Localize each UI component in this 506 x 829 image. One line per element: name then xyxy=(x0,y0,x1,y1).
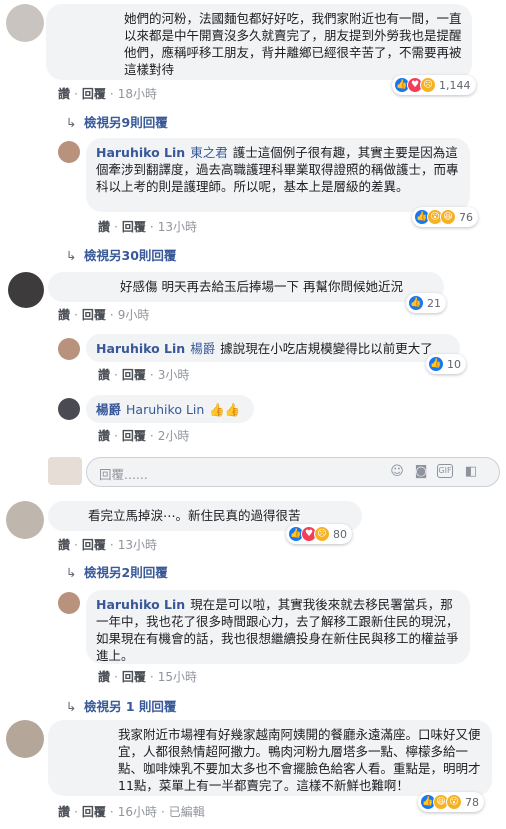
sad-reaction-icon: ☹ xyxy=(314,526,330,542)
comment-bubble: 好感傷 明天再去給玉后捧場一下 再幫你問候她近況 xyxy=(48,272,444,302)
sticker-icon[interactable]: ◧ xyxy=(463,464,479,480)
timestamp[interactable]: 18小時 xyxy=(118,87,157,101)
reply-placeholder: 回覆...... xyxy=(99,467,148,482)
haha-reaction-icon: 😆 xyxy=(440,209,456,225)
view-more-replies-link[interactable]: ↳ 檢視另2則回覆 xyxy=(66,562,168,581)
reply-link[interactable]: 回覆 xyxy=(122,429,146,443)
view-more-replies-link[interactable]: ↳ 檢視另30則回覆 xyxy=(66,245,176,264)
reaction-count: 78 xyxy=(465,795,479,809)
like-reaction-icon: 👍 xyxy=(428,356,444,372)
like-link[interactable]: 讚 xyxy=(58,308,70,322)
current-user-avatar xyxy=(48,457,82,485)
comment-text: 看完立馬掉淚⋯。新住民真的過得很苦 xyxy=(88,508,301,523)
wow-reaction-icon: 😮 xyxy=(446,794,462,810)
reaction-count: 76 xyxy=(459,210,473,224)
like-link[interactable]: 讚 xyxy=(58,805,70,819)
like-link[interactable]: 讚 xyxy=(98,220,110,234)
avatar[interactable] xyxy=(8,272,44,308)
timestamp[interactable]: 13小時 xyxy=(118,538,157,552)
comment-text: 她們的河粉，法國麵包都好好吃，我們家附近也有一間，一直以來都是中午開賣沒多久就賣… xyxy=(124,11,462,77)
reply-arrow-icon: ↳ xyxy=(66,115,77,130)
avatar[interactable] xyxy=(6,720,44,758)
reply-input[interactable]: 回覆...... ☺ ◙ GIF ◧ xyxy=(86,457,500,487)
reply-arrow-icon: ↳ xyxy=(66,699,77,714)
reply-bubble: Haruhiko Lin 現在是可以啦，其實我後來就去移民署當兵，那一年中，我也花… xyxy=(86,590,470,664)
reply-arrow-icon: ↳ xyxy=(66,565,77,580)
comment-actions: 讚 · 回覆 · 16小時 · 已編輯 xyxy=(58,805,205,819)
reaction-count: 80 xyxy=(333,527,347,541)
reply-actions: 讚 · 回覆 · 13小時 xyxy=(98,220,197,234)
timestamp[interactable]: 3小時 xyxy=(158,368,190,382)
reaction-summary[interactable]: 👍 😆 😮 78 xyxy=(418,792,484,812)
reply-arrow-icon: ↳ xyxy=(66,248,77,263)
like-link[interactable]: 讚 xyxy=(98,670,110,684)
comment-actions: 讚 · 回覆 · 18小時 xyxy=(58,87,157,101)
reaction-count: 1,144 xyxy=(439,78,471,92)
reply-actions: 讚 · 回覆 · 2小時 xyxy=(98,429,190,443)
reaction-summary[interactable]: 👍 😮 😆 76 xyxy=(412,207,478,227)
comment-actions: 讚 · 回覆 · 9小時 xyxy=(58,308,150,322)
reply-link[interactable]: 回覆 xyxy=(82,538,106,552)
author-name[interactable]: Haruhiko Lin xyxy=(96,145,185,160)
comment-actions: 讚 · 回覆 · 13小時 xyxy=(58,538,157,552)
reaction-summary[interactable]: 👍 ♥ ☹ 1,144 xyxy=(392,75,476,95)
gif-icon[interactable]: GIF xyxy=(437,464,453,478)
reply-actions: 讚 · 回覆 · 15小時 xyxy=(98,670,197,684)
avatar[interactable] xyxy=(58,338,80,360)
timestamp[interactable]: 2小時 xyxy=(158,429,190,443)
like-link[interactable]: 讚 xyxy=(98,368,110,382)
comment-text: 好感傷 明天再去給玉后捧場一下 再幫你問候她近況 xyxy=(120,279,403,294)
timestamp[interactable]: 15小時 xyxy=(158,670,197,684)
view-more-replies-link[interactable]: ↳ 檢視另9則回覆 xyxy=(66,112,168,131)
sad-reaction-icon: ☹ xyxy=(420,77,436,93)
edited-label[interactable]: 已編輯 xyxy=(169,805,205,819)
avatar[interactable] xyxy=(58,398,80,420)
avatar[interactable] xyxy=(58,141,80,163)
timestamp[interactable]: 9小時 xyxy=(118,308,150,322)
like-link[interactable]: 讚 xyxy=(58,538,70,552)
comment-bubble: 我家附近市場裡有好幾家越南阿姨開的餐廳永遠滿座。口味好又便宜，人都很熱情超阿撒力… xyxy=(48,720,492,796)
reaction-count: 10 xyxy=(447,357,461,371)
comment-text: 我家附近市場裡有好幾家越南阿姨開的餐廳永遠滿座。口味好又便宜，人都很熱情超阿撒力… xyxy=(118,727,481,793)
mention-tag[interactable]: 楊爵 xyxy=(190,341,215,356)
emoji-icon[interactable]: ☺ xyxy=(389,464,405,480)
like-reaction-icon: 👍 xyxy=(408,295,424,311)
reply-bubble: 楊爵 Haruhiko Lin 👍👍 xyxy=(86,395,254,423)
reaction-summary[interactable]: 👍 10 xyxy=(426,354,466,374)
reply-actions: 讚 · 回覆 · 3小時 xyxy=(98,368,190,382)
reply-link[interactable]: 回覆 xyxy=(82,87,106,101)
author-name[interactable]: 楊爵 xyxy=(96,402,121,417)
reply-link[interactable]: 回覆 xyxy=(82,308,106,322)
reply-link[interactable]: 回覆 xyxy=(122,220,146,234)
author-name[interactable]: Haruhiko Lin xyxy=(96,597,185,612)
reply-bubble: Haruhiko Lin 楊爵 據說現在小吃店規模變得比以前更大了 xyxy=(86,334,460,362)
reply-bubble: Haruhiko Lin 東之君 護士這個例子很有趣，其實主要是因為這個牽涉到翻譯度… xyxy=(86,138,470,212)
reply-text: 據說現在小吃店規模變得比以前更大了 xyxy=(220,341,433,356)
avatar[interactable] xyxy=(6,4,44,42)
reaction-count: 21 xyxy=(427,296,441,310)
mention-tag[interactable]: 東之君 xyxy=(190,145,228,160)
timestamp[interactable]: 13小時 xyxy=(158,220,197,234)
timestamp[interactable]: 16小時 xyxy=(118,805,157,819)
avatar[interactable] xyxy=(58,592,80,614)
reaction-summary[interactable]: 👍 ♥ ☹ 80 xyxy=(286,524,352,544)
avatar[interactable] xyxy=(6,501,44,539)
reply-link[interactable]: 回覆 xyxy=(82,805,106,819)
camera-icon[interactable]: ◙ xyxy=(413,464,429,480)
reaction-summary[interactable]: 👍 21 xyxy=(406,293,446,313)
comment-bubble: 她們的河粉，法國麵包都好好吃，我們家附近也有一間，一直以來都是中午開賣沒多久就賣… xyxy=(46,4,472,80)
mention-tag[interactable]: Haruhiko Lin xyxy=(126,402,204,417)
reply-link[interactable]: 回覆 xyxy=(122,368,146,382)
like-link[interactable]: 讚 xyxy=(58,87,70,101)
reply-link[interactable]: 回覆 xyxy=(122,670,146,684)
author-name[interactable]: Haruhiko Lin xyxy=(96,341,185,356)
view-more-replies-link[interactable]: ↳ 檢視另 1 則回覆 xyxy=(66,696,176,715)
like-link[interactable]: 讚 xyxy=(98,429,110,443)
thumbs-up-emoji: 👍👍 xyxy=(209,402,241,417)
